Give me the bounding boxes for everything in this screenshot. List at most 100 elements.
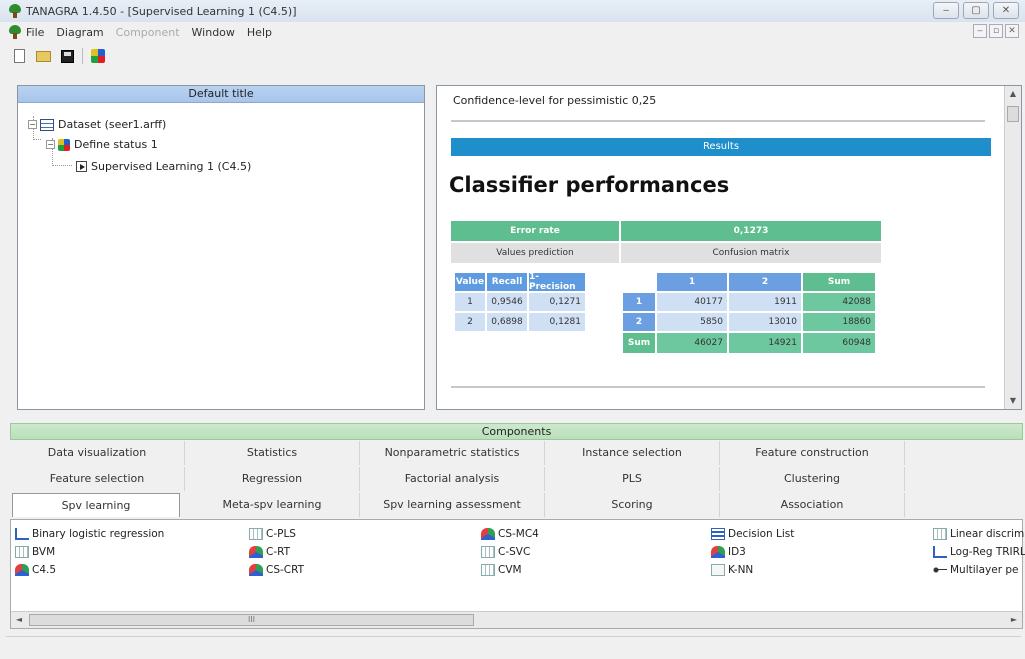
k-nn-icon (711, 564, 725, 576)
menu-help[interactable]: Help (247, 26, 272, 39)
tab-nonparametric-statistics[interactable]: Nonparametric statistics (360, 441, 545, 465)
component-icon (91, 49, 105, 63)
vp-cell: 2 (455, 313, 485, 331)
multilayer-perceptron-icon (933, 564, 947, 576)
menu-bar: File Diagram Component Window Help (0, 22, 1025, 42)
tab-pls[interactable]: PLS (545, 467, 720, 491)
tab-meta-spv-learning[interactable]: Meta-spv learning (185, 493, 360, 517)
tab-instance-selection[interactable]: Instance selection (545, 441, 720, 465)
tab-clustering[interactable]: Clustering (720, 467, 905, 491)
component-bvm[interactable]: BVM (15, 546, 55, 558)
vp-header-value: Value (455, 273, 485, 291)
cm-cell: 13010 (729, 313, 801, 331)
open-folder-icon (35, 50, 51, 62)
save-button[interactable] (58, 47, 76, 65)
component-linear-discrim[interactable]: Linear discrim (933, 528, 1024, 540)
cm-cell-sum: 18860 (803, 313, 875, 331)
component-cs-crt[interactable]: CS-CRT (249, 564, 304, 576)
component-cvm[interactable]: CVM (481, 564, 522, 576)
menu-window[interactable]: Window (192, 26, 235, 39)
window-title: TANAGRA 1.4.50 - [Supervised Learning 1 … (26, 4, 297, 18)
mdi-minimize-button[interactable]: ‒ (973, 24, 987, 38)
tab-spv-learning-assessment[interactable]: Spv learning assessment (360, 493, 545, 517)
open-button[interactable] (34, 47, 52, 65)
tab-statistics[interactable]: Statistics (185, 441, 360, 465)
tanagra-tree-icon (8, 4, 22, 18)
decision-list-icon (711, 528, 725, 540)
cm-cell: 5850 (657, 313, 727, 331)
maximize-button[interactable]: ▢ (963, 2, 989, 19)
tab-factorial-analysis[interactable]: Factorial analysis (360, 467, 545, 491)
component-tabs: Data visualization Statistics Nonparamet… (10, 441, 1023, 517)
component-c45[interactable]: C4.5 (15, 564, 56, 576)
menu-file[interactable]: File (26, 26, 44, 39)
supervised-learning-icon (76, 161, 87, 172)
cs-crt-tree-icon (249, 564, 263, 576)
component-cs-mc4[interactable]: CS-MC4 (481, 528, 539, 540)
c-pls-icon (249, 528, 263, 540)
divider (451, 386, 985, 388)
component-label: C4.5 (32, 564, 57, 576)
mdi-restore-button[interactable]: ▫ (989, 24, 1003, 38)
collapse-icon[interactable]: − (28, 120, 37, 129)
component-log-reg-trirls[interactable]: Log-Reg TRIRL (933, 546, 1025, 558)
tree-node-dataset[interactable]: − Dataset (seer1.arff) (28, 118, 166, 131)
component-decision-list[interactable]: Decision List (711, 528, 794, 540)
c45-tree-icon (15, 564, 29, 576)
cm-cell-sum: 42088 (803, 293, 875, 311)
tab-association[interactable]: Association (720, 493, 905, 517)
tab-feature-selection[interactable]: Feature selection (10, 467, 185, 491)
mdi-close-button[interactable]: ✕ (1005, 24, 1019, 38)
component-binary-logistic-regression[interactable]: Binary logistic regression (15, 528, 164, 540)
toolbar (0, 44, 1025, 68)
error-rate-value: 0,1273 (621, 221, 881, 241)
tree-node-label: Supervised Learning 1 (C4.5) (91, 160, 252, 173)
tree-node-supervised-learning[interactable]: Supervised Learning 1 (C4.5) (76, 160, 251, 173)
collapse-icon[interactable]: − (46, 140, 55, 149)
tab-spv-learning[interactable]: Spv learning (12, 493, 180, 517)
scroll-thumb[interactable] (1007, 106, 1019, 122)
component-label: ID3 (728, 546, 746, 558)
component-button[interactable] (89, 47, 107, 65)
results-section-bar: Results (451, 138, 991, 156)
dataset-table-icon (40, 118, 54, 131)
component-id3[interactable]: ID3 (711, 546, 746, 558)
scroll-thumb[interactable]: III (29, 614, 474, 626)
component-c-svc[interactable]: C-SVC (481, 546, 530, 558)
tree-node-label: Define status 1 (74, 138, 158, 151)
scroll-left-icon[interactable]: ◄ (11, 612, 27, 628)
vp-cell: 0,6898 (487, 313, 527, 331)
cm-header: 1 (657, 273, 727, 291)
cm-cell: 1911 (729, 293, 801, 311)
component-k-nn[interactable]: K-NN (711, 564, 753, 576)
cm-header-sum: Sum (803, 273, 875, 291)
tab-regression[interactable]: Regression (185, 467, 360, 491)
results-vertical-scrollbar[interactable]: ▲ ▼ (1004, 86, 1021, 409)
menu-diagram[interactable]: Diagram (56, 26, 103, 39)
cm-cell-sum: 60948 (803, 333, 875, 353)
tab-feature-construction[interactable]: Feature construction (720, 441, 905, 465)
status-bar (6, 636, 1021, 656)
component-label: C-RT (266, 546, 291, 558)
component-c-pls[interactable]: C-PLS (249, 528, 296, 540)
new-file-icon (13, 49, 25, 63)
new-file-button[interactable] (10, 47, 28, 65)
define-status-icon (58, 138, 70, 151)
vp-cell: 0,9546 (487, 293, 527, 311)
component-c-rt[interactable]: C-RT (249, 546, 290, 558)
scroll-right-icon[interactable]: ► (1006, 612, 1022, 628)
cm-row-label: 1 (623, 293, 655, 311)
tanagra-menu-icon[interactable] (8, 25, 22, 39)
tab-data-visualization[interactable]: Data visualization (10, 441, 185, 465)
scroll-down-icon[interactable]: ▼ (1005, 393, 1021, 409)
components-horizontal-scrollbar[interactable]: ◄ III ► (11, 611, 1022, 628)
component-label: Binary logistic regression (32, 528, 165, 540)
close-button[interactable]: ✕ (993, 2, 1019, 19)
menu-component[interactable]: Component (116, 26, 180, 39)
minimize-button[interactable]: ‒ (933, 2, 959, 19)
component-multilayer-perceptron[interactable]: Multilayer pe (933, 564, 1018, 576)
tab-scoring[interactable]: Scoring (545, 493, 720, 517)
tree-node-define-status[interactable]: − Define status 1 (46, 138, 158, 151)
scroll-up-icon[interactable]: ▲ (1005, 86, 1021, 102)
diagram-tree-panel: Default title − Dataset (seer1.arff) − D… (17, 85, 425, 410)
